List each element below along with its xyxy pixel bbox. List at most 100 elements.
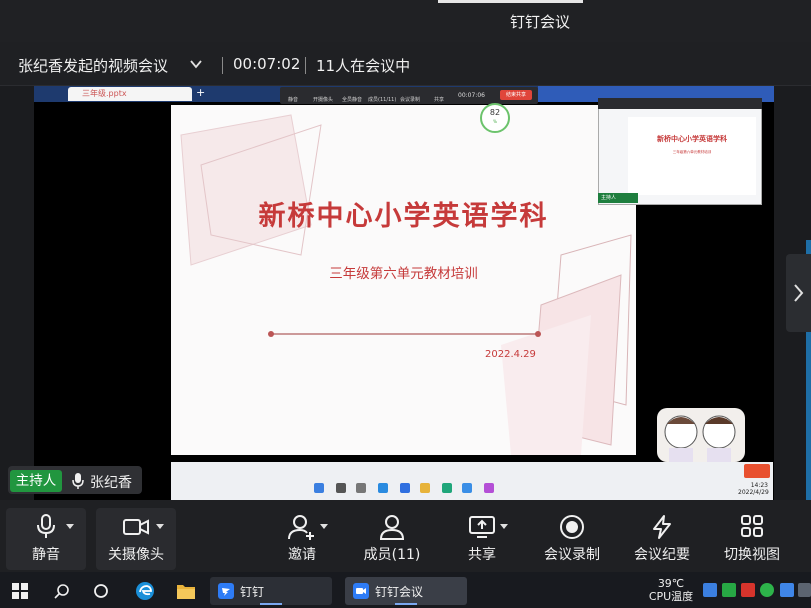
shared-preview-subtitle: 三年级第六单元教材培训 [672,150,712,154]
title-bar-highlight [438,0,583,3]
cpu-temperature-value: 39℃ [657,577,685,590]
shared-toolbar-item: 静音 [288,97,299,103]
shared-preview-host-label: 主持人 [601,195,617,201]
caret-down-icon[interactable] [320,524,328,530]
invite-label: 邀请 [288,547,316,563]
shared-preview-header [598,98,762,109]
meeting-name[interactable]: 张纪香发起的视频会议 [18,55,168,76]
shared-preview-title: 新桥中心小学英语学科 [657,135,727,143]
video-meeting-icon [353,583,369,599]
new-tab-icon: + [196,86,206,99]
camera-label: 关摄像头 [108,547,164,563]
progress-value: 82 [489,108,501,117]
shared-end-share: 结束共享 [500,90,532,100]
taskbar-app-label: 钉钉会议 [375,585,424,599]
caret-down-icon[interactable] [500,524,508,530]
record-icon [560,515,584,539]
divider [305,57,306,74]
next-page-button[interactable] [786,254,811,332]
mute-label: 静音 [32,547,60,563]
shared-desktop-taskbar [171,462,773,500]
share-label: 共享 [468,547,496,563]
taskbar-app-dingtalk-meeting[interactable]: 钉钉会议 [345,577,467,605]
divider [222,57,223,74]
tray-app-icon[interactable] [798,583,811,597]
slide-date: 2022.4.29 [485,349,536,360]
camera-icon [123,519,149,535]
wechat-icon[interactable] [760,583,774,597]
window-title: 钉钉会议 [509,13,570,31]
minutes-label: 会议纪要 [634,547,690,563]
app-icon [484,483,494,493]
sticker-image [657,408,745,462]
shared-tab-title: 三年级.pptx [82,89,127,98]
edge-icon[interactable] [135,581,155,601]
share-button[interactable]: 共享 [452,508,512,568]
tray-app-icon[interactable] [703,583,717,597]
caret-down-icon[interactable] [66,524,74,530]
chevron-right-icon [794,284,804,302]
folder-icon[interactable] [176,582,196,600]
slide-title: 新桥中心小学英语学科 [258,201,549,232]
shared-toolbar-item: 全员静音 [342,97,363,103]
search-icon[interactable] [54,583,70,599]
shared-desktop-time: 14:23 [750,482,768,489]
dingtalk-icon [218,583,234,599]
grid-view-icon [741,515,763,537]
taskbar-app-dingtalk[interactable]: 钉钉 [210,577,332,605]
members-label: 成员(11) [363,547,421,563]
microphone-icon [37,514,55,538]
wps-icon[interactable] [741,583,755,597]
cortana-icon[interactable] [93,583,109,599]
task-view-icon [356,483,366,493]
slide-divider [272,333,538,335]
slide-divider-dot [268,331,274,337]
windows-start-icon[interactable] [12,583,28,599]
play-icon [744,464,770,478]
shared-toolbar-item: 开摄像头 [313,97,334,103]
host-name: 张纪香 [90,475,132,491]
shared-desktop-clock: 14:23 2022/4/29 [738,482,769,496]
app-icon [442,483,452,493]
folder-icon [420,483,430,493]
caret-down-icon[interactable] [156,524,164,530]
active-indicator [260,603,282,605]
invite-button[interactable]: 邀请 [272,508,332,568]
app-icon [462,483,472,493]
taskbar-app-label: 钉钉 [240,585,265,599]
meeting-timer: 00:07:02 [233,55,301,73]
dingtalk-icon [400,483,410,493]
switch-view-button[interactable]: 切换视图 [716,508,788,568]
add-user-icon [288,515,314,540]
active-indicator [395,603,417,605]
progress-indicator: 82% [480,103,510,133]
switch-view-label: 切换视图 [724,547,780,563]
user-icon [379,515,405,540]
record-button[interactable]: 会议录制 [536,508,608,568]
shared-preview-slide [628,117,756,195]
lightning-icon [653,515,671,539]
minutes-button[interactable]: 会议纪要 [626,508,698,568]
shared-toolbar-item: 共享 [434,97,445,103]
mute-button[interactable]: 静音 [6,508,86,568]
shared-desktop-date: 2022/4/29 [738,489,769,496]
tray-app-icon[interactable] [780,583,794,597]
chevron-down-icon[interactable] [189,57,203,71]
participant-count: 11人在会议中 [316,57,411,75]
tray-app-icon[interactable] [722,583,736,597]
camera-button[interactable]: 关摄像头 [96,508,176,568]
cpu-temperature: 39℃ CPU温度 [645,577,697,603]
record-label: 会议录制 [544,547,600,563]
shared-toolbar-item: 成员(11/11) [368,97,397,103]
shared-toolbar-time: 00:07:06 [458,92,485,99]
windows-icon [314,483,324,493]
cpu-temperature-label: CPU温度 [648,590,694,603]
microphone-icon [72,473,84,489]
slide-divider-dot [535,331,541,337]
slide-subtitle: 三年级第六单元教材培训 [329,266,478,282]
shared-toolbar-item: 会议录制 [400,97,421,103]
edge-icon [378,483,388,493]
search-icon [336,483,346,493]
screen-share-icon [469,516,495,538]
members-button[interactable]: 成员(11) [356,508,428,568]
